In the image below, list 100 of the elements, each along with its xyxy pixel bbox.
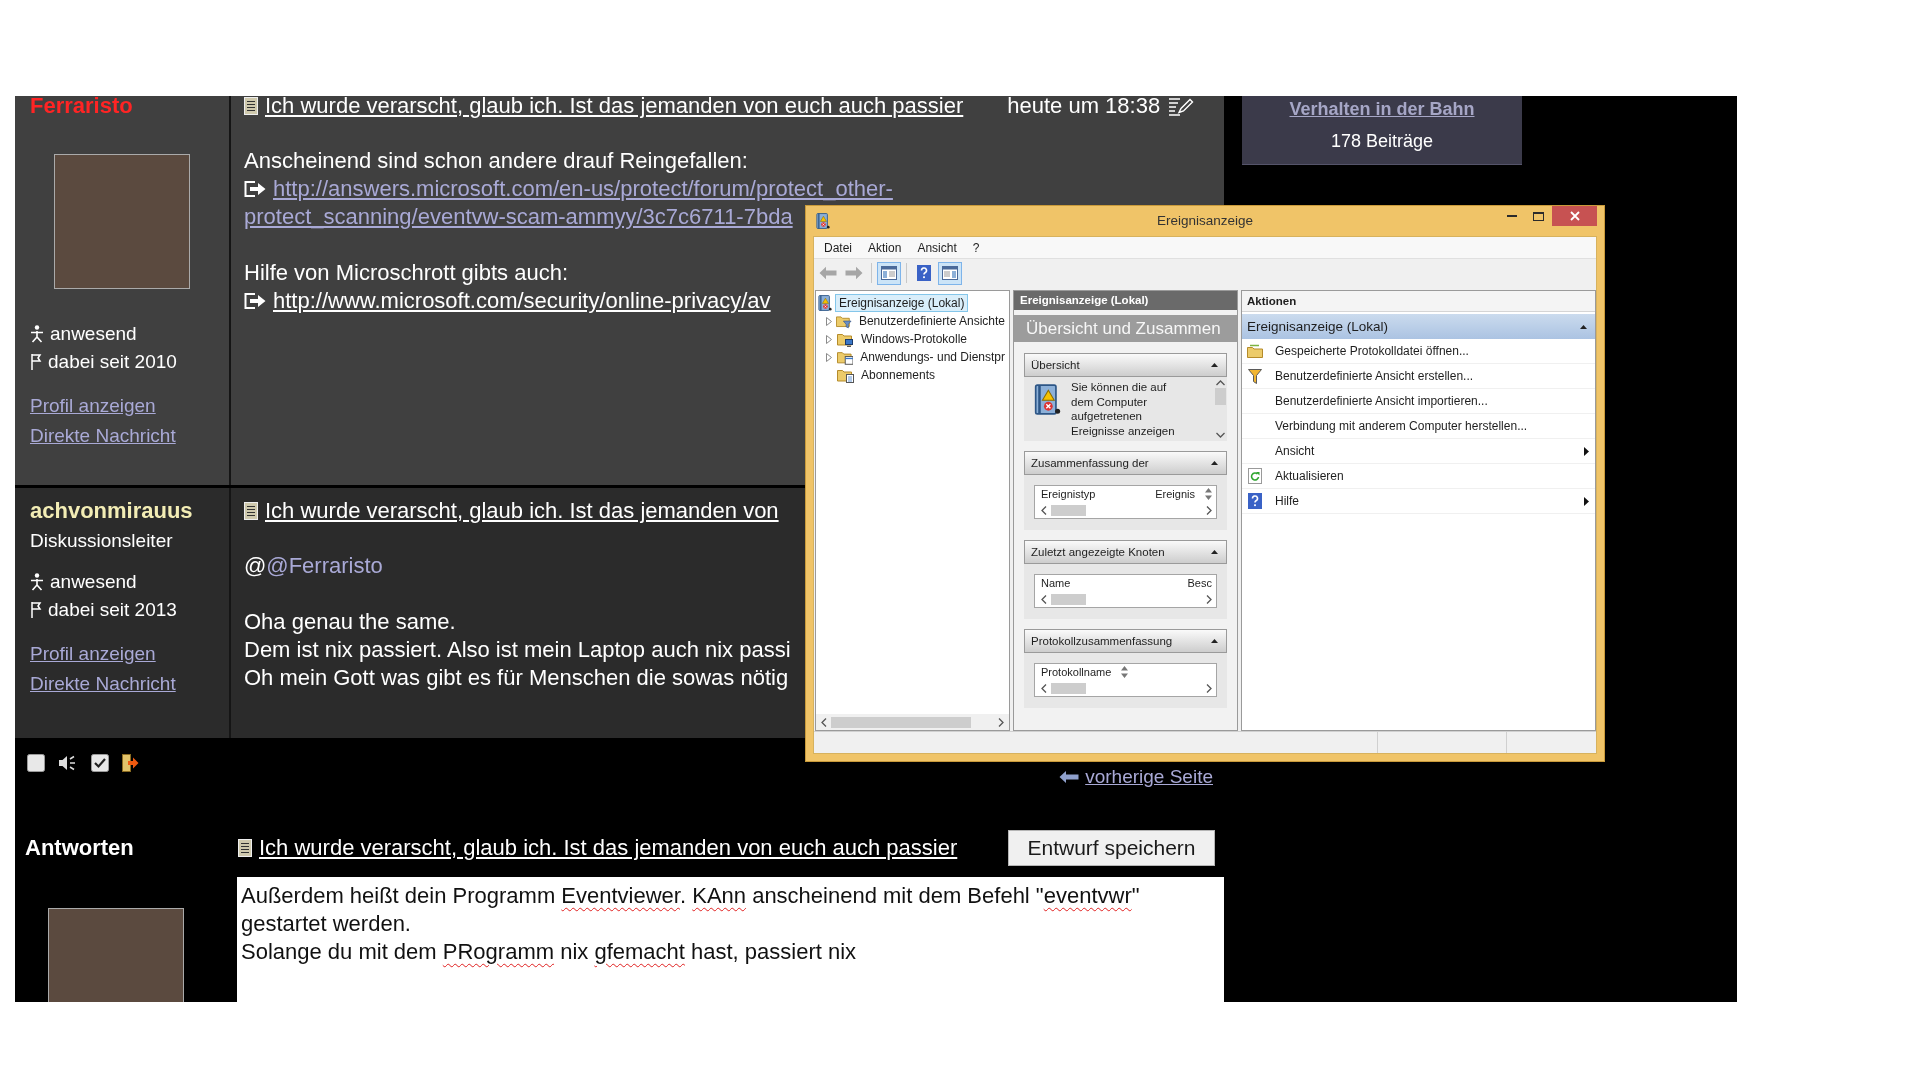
menu-item[interactable]: Ansicht — [909, 237, 965, 258]
expander-icon[interactable] — [826, 334, 832, 344]
square-icon[interactable] — [27, 754, 45, 772]
submenu-arrow-icon — [1584, 496, 1589, 506]
speaker-icon[interactable] — [58, 755, 78, 771]
column-header[interactable]: Ereignistyp — [1041, 486, 1096, 502]
chevron-down-icon[interactable] — [1215, 432, 1225, 438]
horizontal-scrollbar[interactable] — [816, 714, 1009, 730]
reply-heading: Antworten — [25, 834, 135, 862]
action-pane-toggle[interactable] — [938, 261, 962, 285]
tree-item[interactable]: Abonnements — [857, 366, 940, 384]
thread-link[interactable]: Verhalten in der Bahn — [1289, 96, 1475, 122]
funnel-icon — [1248, 368, 1262, 384]
mention-link[interactable]: @Ferraristo — [266, 553, 383, 578]
column-header[interactable]: Ereignis — [1155, 486, 1195, 502]
pane-header: Ereignisanzeige (Lokal) — [1014, 291, 1237, 310]
action-group-header[interactable]: Ereignisanzeige (Lokal) — [1242, 314, 1595, 339]
scroll-arrows-icon[interactable] — [1121, 666, 1129, 678]
chevron-left-icon[interactable] — [1041, 506, 1047, 515]
notepad-icon — [244, 97, 258, 115]
section-text: Sie können die auf dem Computer aufgetretenen Ereignisse anzeigen — [1071, 380, 1176, 438]
previous-page-link[interactable]: vorherige Seite — [1059, 766, 1213, 788]
horizontal-scrollbar[interactable] — [1041, 593, 1212, 606]
pane-banner: Übersicht und Zusammen — [1014, 315, 1237, 342]
menu-item[interactable]: Aktion — [860, 237, 910, 258]
scrollbar-thumb[interactable] — [1051, 505, 1086, 516]
folder-list-icon — [837, 367, 854, 383]
post-text: Oh mein Gott was gibt es für Menschen die sowas nötig — [244, 664, 789, 692]
user-rank: Diskussionsleiter — [30, 529, 174, 553]
vertical-scrollbar[interactable] — [1214, 380, 1226, 438]
edit-icon[interactable] — [1168, 96, 1195, 116]
post-title-link[interactable]: Ich wurde verarscht, glaub ich. Ist das jemanden von — [265, 498, 779, 524]
submenu-arrow-icon — [1584, 446, 1589, 456]
close-button[interactable] — [1552, 206, 1597, 226]
post-count: 178 Beiträge — [1330, 130, 1434, 153]
scroll-arrows-icon[interactable] — [1205, 488, 1212, 500]
caret-icon — [1211, 363, 1218, 367]
section-header[interactable]: Zuletzt angezeigte Knoten — [1024, 540, 1227, 564]
scrollbar-thumb[interactable] — [1214, 388, 1226, 405]
section-header[interactable]: Zusammenfassung der — [1024, 451, 1227, 475]
help-icon — [1248, 493, 1262, 509]
folder-monitor-icon — [837, 331, 854, 347]
expander-icon[interactable] — [826, 352, 832, 362]
column-header[interactable]: Protokollname — [1041, 664, 1112, 680]
thread-title-link[interactable]: Ich wurde verarscht, glaub ich. Ist das jemanden von euch auch passier — [259, 835, 958, 861]
chevron-right-icon[interactable] — [1206, 684, 1212, 693]
presence-status: anwesend — [50, 570, 137, 594]
menu-item[interactable]: Datei — [816, 237, 860, 258]
chevron-up-icon[interactable] — [1215, 380, 1225, 386]
chevron-left-icon[interactable] — [1041, 684, 1047, 693]
url-link[interactable]: http://answers.microsoft.com/en-us/protect/forum/protect_other- — [244, 175, 893, 203]
tree-item[interactable]: Ereignisanzeige (Lokal) — [835, 294, 969, 312]
tree-item[interactable]: Anwendungs- und Dienstpr — [856, 348, 1009, 366]
expander-icon[interactable] — [826, 316, 832, 326]
door-arrow-icon[interactable] — [122, 754, 139, 772]
tree-item[interactable]: Windows-Protokolle — [857, 330, 972, 348]
tree-item[interactable]: Benutzerdefinierte Ansichte — [854, 312, 1009, 330]
post-title-link[interactable]: Ich wurde verarscht, glaub ich. Ist das jemanden von euch auch passier — [265, 96, 964, 119]
message-link[interactable]: Direkte Nachricht — [30, 669, 176, 699]
section-header[interactable]: Übersicht — [1024, 353, 1227, 377]
window-title: Ereignisanzeige — [1155, 212, 1255, 230]
checked-box-icon[interactable] — [91, 754, 109, 772]
profile-link[interactable]: Profil anzeigen — [30, 391, 156, 421]
folder-window-icon — [836, 349, 854, 365]
chevron-right-icon[interactable] — [998, 717, 1004, 727]
chevron-right-icon[interactable] — [1206, 506, 1212, 515]
pane-icon — [881, 266, 897, 280]
arrow-box-icon — [244, 180, 266, 198]
url-link[interactable]: protect_scanning/eventvw-scam-ammyy/3c7c6711-7bda — [244, 203, 793, 231]
profile-link[interactable]: Profil anzeigen — [30, 639, 156, 669]
minimize-icon — [1506, 215, 1517, 217]
tree-pane-toggle[interactable] — [877, 261, 901, 285]
column-header[interactable]: Besc — [1187, 575, 1212, 591]
chevron-right-icon[interactable] — [1206, 595, 1212, 604]
forward-arrow-icon — [845, 266, 863, 280]
mention-text: @@Ferraristo — [244, 552, 383, 580]
url-link[interactable]: http://www.microsoft.com/security/online-privacy/av — [244, 287, 771, 315]
flag-icon — [30, 601, 42, 619]
scrollbar-thumb[interactable] — [1051, 683, 1086, 694]
member-since: dabei seit 2013 — [48, 598, 177, 622]
post-text: Hilfe von Microschrott gibts auch: — [244, 259, 569, 287]
caret-icon — [1580, 324, 1587, 329]
chevron-left-icon[interactable] — [821, 717, 827, 727]
post-text: Anscheinend sind schon andere drauf Reingefallen: — [244, 147, 748, 175]
horizontal-scrollbar[interactable] — [1041, 682, 1212, 695]
reply-textarea[interactable]: Außerdem heißt dein Programm Eventviewer. KAnn anscheinend mit dem Befehl "eventvwr" gestartet werden. Solange du mit dem PRogramm nix gfemacht hast, passiert nix — [237, 877, 1224, 1002]
author-name[interactable]: achvonmirauus — [30, 498, 229, 524]
horizontal-scrollbar[interactable] — [1041, 504, 1212, 517]
person-icon — [30, 573, 44, 591]
help-icon — [917, 265, 931, 281]
column-header[interactable]: Name — [1041, 575, 1071, 591]
section-header[interactable]: Protokollzusammenfassung — [1024, 629, 1227, 653]
scrollbar-thumb[interactable] — [831, 716, 971, 728]
message-link[interactable]: Direkte Nachricht — [30, 421, 176, 451]
scrollbar-thumb[interactable] — [1051, 594, 1086, 605]
arrow-box-icon — [244, 292, 266, 310]
menu-item[interactable]: ? — [964, 237, 988, 258]
caret-icon — [1211, 550, 1218, 554]
chevron-left-icon[interactable] — [1041, 595, 1047, 604]
save-draft-button[interactable]: Entwurf speichern — [1008, 830, 1215, 866]
